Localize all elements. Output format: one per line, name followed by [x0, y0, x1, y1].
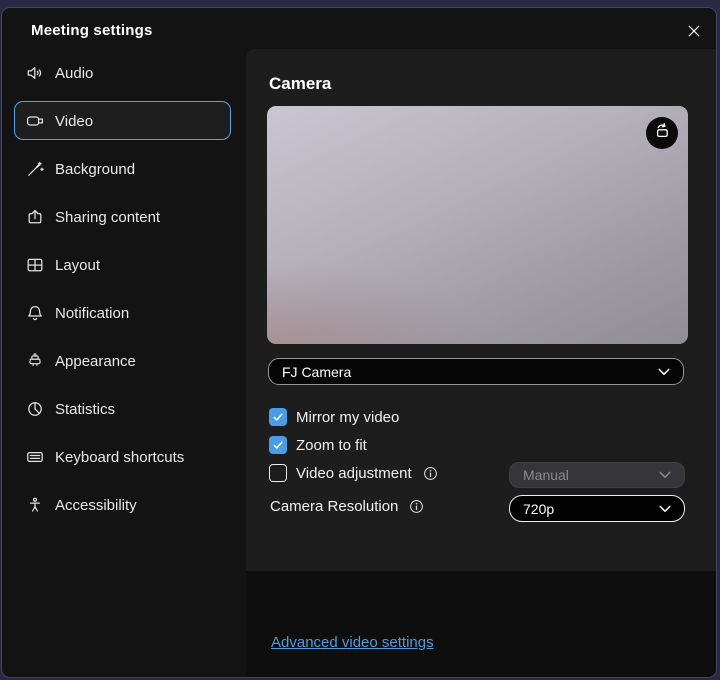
sidebar-item-label: Background — [55, 161, 135, 178]
sidebar-item-label: Audio — [55, 65, 93, 82]
panel-footer: Advanced video settings — [246, 571, 716, 677]
video-camera-icon — [26, 112, 44, 130]
sidebar-item-label: Keyboard shortcuts — [55, 449, 184, 466]
video-adjustment-mode-select: Manual — [509, 462, 685, 488]
camera-preview — [267, 106, 688, 344]
sidebar-item-background[interactable]: Background — [2, 145, 246, 193]
video-adjustment-mode-value: Manual — [523, 467, 569, 483]
sidebar-item-label: Appearance — [55, 353, 136, 370]
sidebar-item-accessibility[interactable]: Accessibility — [2, 481, 246, 529]
sidebar-item-label: Statistics — [55, 401, 115, 418]
zoom-to-fit-checkbox[interactable] — [269, 436, 287, 454]
chevron-down-icon — [659, 505, 671, 513]
bell-icon — [26, 304, 44, 322]
camera-resolution-label: Camera Resolution — [270, 498, 398, 515]
mirror-my-video-option[interactable]: Mirror my video — [269, 408, 399, 426]
chevron-down-icon — [659, 471, 671, 479]
camera-resolution-row: Camera Resolution — [270, 498, 424, 515]
sidebar-item-statistics[interactable]: Statistics — [2, 385, 246, 433]
zoom-to-fit-label: Zoom to fit — [296, 437, 367, 454]
settings-sidebar: Audio Video Background Sharing content L… — [2, 49, 246, 529]
panel-heading: Camera — [269, 74, 331, 94]
video-adjustment-option[interactable]: Video adjustment — [269, 464, 438, 482]
advanced-video-settings-link[interactable]: Advanced video settings — [271, 634, 434, 651]
sidebar-item-audio[interactable]: Audio — [2, 49, 246, 97]
camera-resolution-value: 720p — [523, 501, 554, 517]
video-adjustment-info-icon[interactable] — [423, 466, 438, 481]
camera-device-select[interactable]: FJ Camera — [268, 358, 684, 385]
mirror-my-video-checkbox[interactable] — [269, 408, 287, 426]
mirror-my-video-label: Mirror my video — [296, 409, 399, 426]
flip-camera-icon — [653, 122, 671, 145]
sidebar-item-label: Accessibility — [55, 497, 137, 514]
speaker-icon — [26, 64, 44, 82]
accessibility-icon — [26, 496, 44, 514]
sidebar-item-appearance[interactable]: Appearance — [2, 337, 246, 385]
keyboard-icon — [26, 448, 44, 466]
share-icon — [26, 208, 44, 226]
sidebar-item-notification[interactable]: Notification — [2, 289, 246, 337]
pie-chart-icon — [26, 400, 44, 418]
sidebar-item-label: Video — [55, 113, 93, 130]
zoom-to-fit-option[interactable]: Zoom to fit — [269, 436, 367, 454]
sidebar-item-keyboard-shortcuts[interactable]: Keyboard shortcuts — [2, 433, 246, 481]
sidebar-item-label: Sharing content — [55, 209, 160, 226]
camera-resolution-select[interactable]: 720p — [509, 495, 685, 522]
layout-grid-icon — [26, 256, 44, 274]
close-button[interactable] — [684, 23, 704, 43]
meeting-settings-dialog: Meeting settings Audio Video Background — [1, 7, 717, 678]
dialog-title: Meeting settings — [31, 22, 153, 39]
paintbrush-icon — [26, 352, 44, 370]
camera-resolution-info-icon[interactable] — [409, 499, 424, 514]
video-adjustment-label: Video adjustment — [296, 465, 412, 482]
camera-settings-panel: Camera FJ Camera Mirror my video — [246, 49, 716, 571]
sidebar-item-label: Notification — [55, 305, 129, 322]
close-icon — [687, 24, 701, 43]
video-adjustment-checkbox[interactable] — [269, 464, 287, 482]
sidebar-item-sharing-content[interactable]: Sharing content — [2, 193, 246, 241]
camera-device-value: FJ Camera — [282, 364, 351, 380]
magic-wand-icon — [26, 160, 44, 178]
flip-camera-button[interactable] — [646, 117, 678, 149]
chevron-down-icon — [658, 368, 670, 376]
sidebar-item-label: Layout — [55, 257, 100, 274]
sidebar-item-video[interactable]: Video — [2, 97, 246, 145]
sidebar-item-layout[interactable]: Layout — [2, 241, 246, 289]
